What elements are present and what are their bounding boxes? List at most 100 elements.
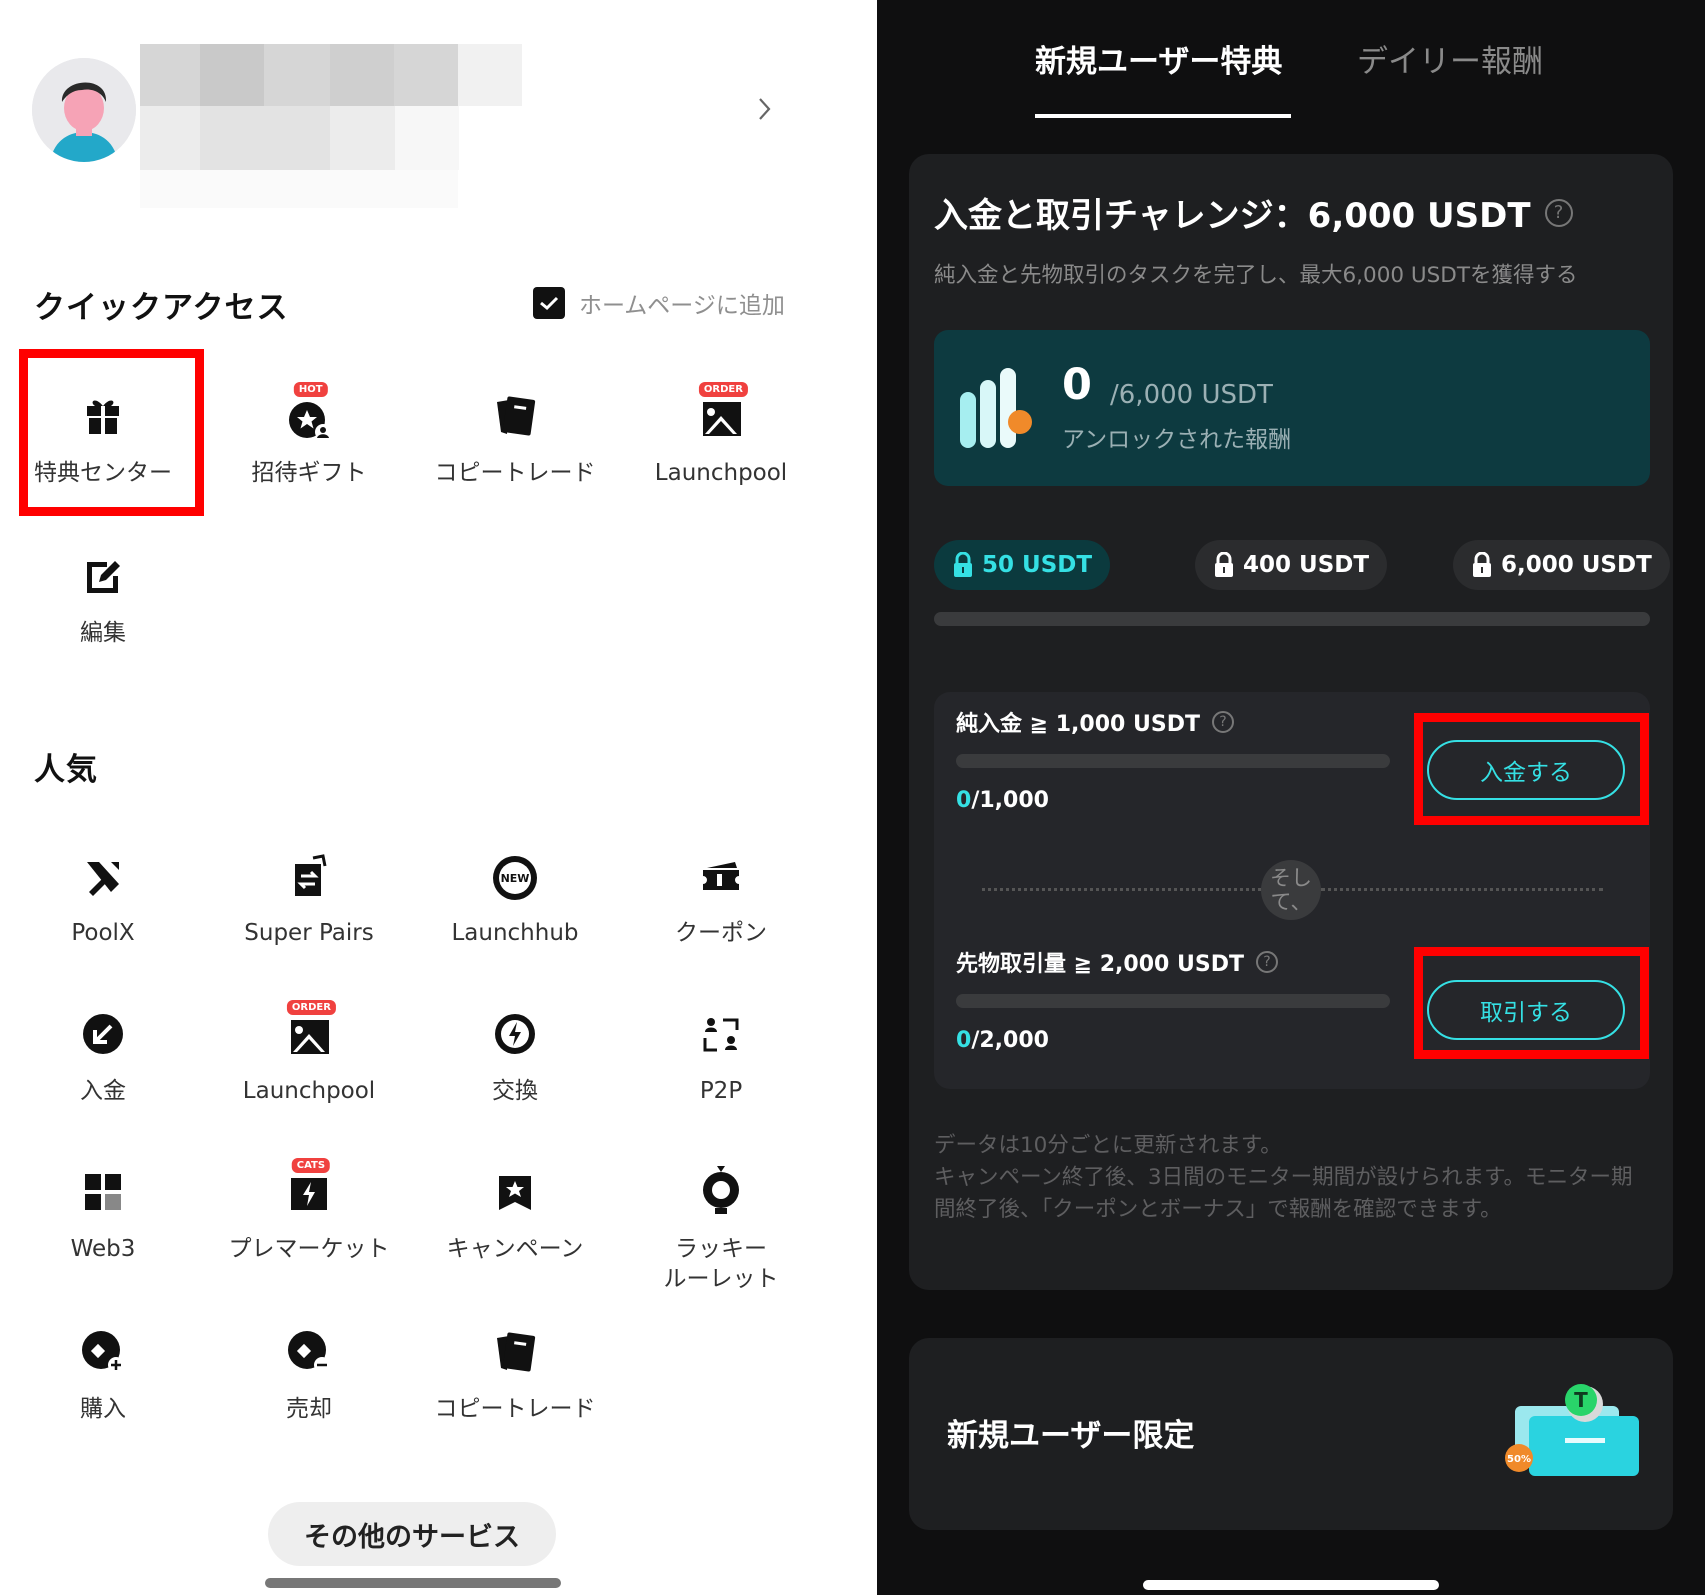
right-panel: 新規ユーザー特典 デイリー報酬 入金と取引チャレンジ：6,000 USDT ? … xyxy=(877,0,1705,1595)
popular-item-label: 売却 xyxy=(286,1396,332,1422)
popular-item-coupon[interactable]: クーポン xyxy=(618,840,824,970)
popular-item-label: Launchhub xyxy=(451,920,579,946)
current-value: 0 xyxy=(956,788,972,813)
tier-6000[interactable]: 6,000 USDT xyxy=(1453,540,1670,590)
reward-total: /6,000 USDT xyxy=(1110,380,1273,410)
quick-item-copy-trade[interactable]: コピートレード xyxy=(412,380,618,510)
lock-icon xyxy=(1215,552,1233,577)
task-futures-title: 先物取引量 ≧ 2,000 USDT ? xyxy=(956,946,1278,978)
popular-item-label: プレマーケット xyxy=(228,1236,390,1262)
popular-item-label: 交換 xyxy=(492,1078,538,1104)
popular-item-label: Super Pairs xyxy=(244,920,374,946)
lock-icon xyxy=(954,552,972,577)
highlight-frame-deposit xyxy=(1414,713,1649,825)
cats-badge: CATS xyxy=(291,1158,331,1173)
quick-item-launchpool[interactable]: ORDER Launchpool xyxy=(618,380,824,510)
add-to-home-label: ホームページに追加 xyxy=(579,293,785,319)
popular-item-lucky-roulette[interactable]: ラッキー ルーレット xyxy=(618,1156,824,1292)
highlight-frame-trade xyxy=(1414,947,1649,1059)
swap-icon xyxy=(487,1006,543,1062)
svg-text:NEW: NEW xyxy=(501,872,530,885)
popular-item-super-pairs[interactable]: Super Pairs xyxy=(206,840,412,970)
task-deposit-title: 純入金 ≧ 1,000 USDT ? xyxy=(956,706,1234,738)
popular-item-premarket[interactable]: CATS プレマーケット xyxy=(206,1156,412,1286)
launchhub-icon: NEW xyxy=(487,848,543,904)
popular-item-campaign[interactable]: キャンペーン xyxy=(412,1156,618,1286)
current-value: 0 xyxy=(956,1028,972,1053)
avatar[interactable] xyxy=(32,58,136,162)
tier-label: 6,000 USDT xyxy=(1501,552,1652,578)
task-deposit-progress-bar xyxy=(956,754,1390,768)
add-to-home-toggle[interactable]: ホームページに追加 xyxy=(533,285,785,321)
help-icon[interactable]: ? xyxy=(1255,951,1278,973)
quick-item-edit[interactable]: 編集 xyxy=(0,540,206,670)
help-icon[interactable]: ? xyxy=(1211,711,1234,733)
invite-gift-icon: HOT xyxy=(281,382,337,444)
popular-item-buy[interactable]: 購入 xyxy=(0,1316,206,1446)
super-pairs-icon xyxy=(281,848,337,904)
tier-progress-bar xyxy=(934,612,1650,626)
unlocked-label: アンロックされた報酬 xyxy=(1062,427,1292,453)
popular-item-copy-trade[interactable]: コピートレード xyxy=(412,1316,618,1446)
popular-item-label: Web3 xyxy=(70,1236,136,1262)
order-badge: ORDER xyxy=(286,1000,336,1015)
task-title-text: 純入金 ≧ 1,000 USDT xyxy=(956,712,1200,737)
copy-trade-icon xyxy=(487,1324,543,1380)
popular-item-p2p[interactable]: P2P xyxy=(618,998,824,1128)
launchpool-icon: ORDER xyxy=(281,1000,337,1062)
chevron-right-icon[interactable] xyxy=(756,94,774,124)
popular-item-label: コピートレード xyxy=(434,1396,596,1422)
bar-chart-icon xyxy=(960,368,1032,448)
home-indicator xyxy=(265,1578,561,1588)
premarket-icon: CATS xyxy=(281,1158,337,1220)
popular-item-label: クーポン xyxy=(675,920,767,946)
divider xyxy=(982,888,1261,891)
tab-daily-rewards[interactable]: デイリー報酬 xyxy=(1357,36,1543,81)
deposit-icon xyxy=(75,1006,131,1062)
more-services-button[interactable]: その他のサービス xyxy=(268,1502,556,1566)
popular-item-label: Launchpool xyxy=(242,1078,376,1104)
active-tab-indicator xyxy=(1035,114,1291,118)
checkbox-checked-icon[interactable] xyxy=(533,287,565,319)
home-indicator xyxy=(1143,1580,1439,1590)
quick-item-label: コピートレード xyxy=(434,460,596,486)
popular-item-launchpool[interactable]: ORDER Launchpool xyxy=(206,998,412,1128)
quick-access-title: クイックアクセス xyxy=(34,290,289,326)
tier-50[interactable]: 50 USDT xyxy=(934,540,1111,590)
popular-item-poolx[interactable]: PoolX xyxy=(0,840,206,970)
popular-item-label: 購入 xyxy=(80,1396,126,1422)
lock-icon xyxy=(1473,552,1491,577)
copy-trade-icon xyxy=(487,388,543,444)
update-note: データは10分ごとに更新されます。 キャンペーン終了後、3日間のモニター期間が設… xyxy=(934,1133,1633,1222)
quick-item-invite-gift[interactable]: HOT 招待ギフト xyxy=(206,380,412,510)
popular-item-deposit[interactable]: 入金 xyxy=(0,998,206,1128)
popular-item-label: P2P xyxy=(699,1078,743,1104)
left-panel: クイックアクセス ホームページに追加 特典センター HOT 招待ギフト コピート… xyxy=(0,0,877,1595)
tier-400[interactable]: 400 USDT xyxy=(1195,540,1388,590)
popular-item-launchhub[interactable]: NEW Launchhub xyxy=(412,840,618,970)
popular-title: 人気 xyxy=(34,752,98,788)
sell-icon xyxy=(281,1324,337,1380)
quick-item-label: Launchpool xyxy=(654,460,788,486)
tab-new-user-rewards[interactable]: 新規ユーザー特典 xyxy=(1035,36,1282,81)
challenge-title-text: 入金と取引チャレンジ：6,000 USDT xyxy=(934,196,1531,236)
discount-badge: 50% xyxy=(1507,1454,1531,1465)
popular-item-sell[interactable]: 売却 xyxy=(206,1316,412,1446)
popular-item-label: ラッキー ルーレット xyxy=(663,1236,779,1292)
coupon-illustration-icon: T 50% xyxy=(1505,1384,1639,1476)
svg-text:T: T xyxy=(1574,1388,1588,1412)
help-icon[interactable]: ? xyxy=(1544,198,1573,227)
lucky-roulette-icon xyxy=(693,1164,749,1220)
popular-item-swap[interactable]: 交換 xyxy=(412,998,618,1128)
order-badge: ORDER xyxy=(698,382,748,397)
web3-icon xyxy=(75,1164,131,1220)
unlocked-reward-box: 0 /6,000 USDT アンロックされた報酬 xyxy=(934,330,1650,486)
unlocked-value: 0 xyxy=(1062,360,1092,410)
challenge-title: 入金と取引チャレンジ：6,000 USDT ? xyxy=(934,188,1573,237)
popular-item-web3[interactable]: Web3 xyxy=(0,1156,206,1286)
p2p-icon xyxy=(693,1006,749,1062)
tier-label: 50 USDT xyxy=(982,552,1093,578)
task-futures-count: 0/2,000 xyxy=(956,1028,1049,1053)
task-futures-progress-bar xyxy=(956,994,1390,1008)
task-deposit-count: 0/1,000 xyxy=(956,788,1049,813)
